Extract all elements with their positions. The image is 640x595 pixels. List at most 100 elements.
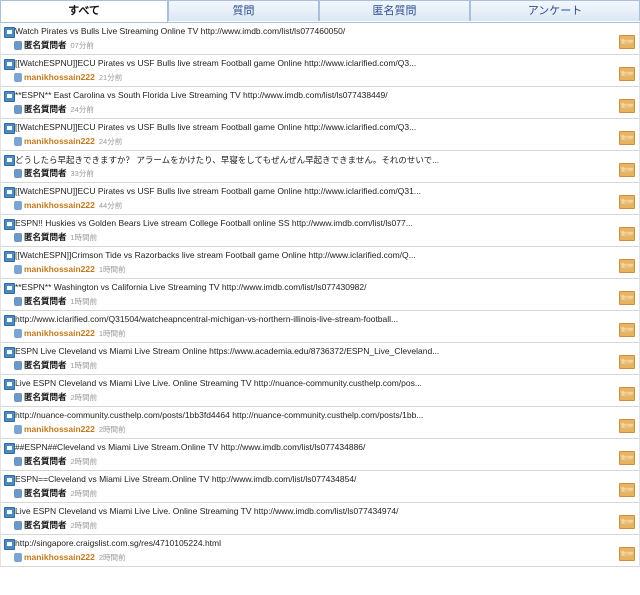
author-name: 匿名質問者 — [24, 488, 67, 498]
question-icon — [4, 155, 15, 166]
author-name[interactable]: manikhossain222 — [24, 264, 95, 274]
author-name: 匿名質問者 — [24, 296, 67, 306]
posted-time: 07分前 — [70, 40, 94, 50]
author-name: 匿名質問者 — [24, 392, 67, 402]
question-title-link[interactable]: http://singapore.craigslist.com.sg/res/4… — [15, 538, 575, 548]
author-name[interactable]: manikhossain222 — [24, 424, 95, 434]
question-title-link[interactable]: ESPN!! Huskies vs Golden Bears Live stre… — [15, 218, 575, 228]
posted-time: 1時間前 — [98, 328, 126, 338]
posted-time: 2時間前 — [98, 552, 126, 562]
posted-time: 24分前 — [70, 104, 94, 114]
question-title-link[interactable]: [[WatchESPNU]]ECU Pirates vs USF Bulls l… — [15, 58, 575, 68]
list-item[interactable]: **ESPN** East Carolina vs South Florida … — [0, 87, 640, 119]
status-badge: 受付中 — [619, 99, 635, 113]
question-icon — [4, 187, 15, 198]
list-item[interactable]: http://singapore.craigslist.com.sg/res/4… — [0, 535, 640, 567]
list-item[interactable]: Live ESPN Cleveland vs Miami Live Live. … — [0, 375, 640, 407]
posted-time: 2時間前 — [70, 392, 98, 402]
status-badge: 受付中 — [619, 323, 635, 337]
user-icon — [14, 488, 22, 498]
list-item[interactable]: http://www.iclarified.com/Q31504/watchea… — [0, 311, 640, 343]
question-icon — [4, 379, 15, 390]
author-name[interactable]: manikhossain222 — [24, 136, 95, 146]
question-title-link[interactable]: http://www.iclarified.com/Q31504/watchea… — [15, 314, 575, 324]
status-badge: 受付中 — [619, 259, 635, 273]
list-item[interactable]: ESPN==Cleveland vs Miami Live Stream.Onl… — [0, 471, 640, 503]
list-item[interactable]: Watch Pirates vs Bulls Live Streaming On… — [0, 23, 640, 55]
question-icon — [4, 251, 15, 262]
question-title-link[interactable]: どうしたら早起きできますか？ アラームをかけたり、早寝をしてもぜんぜん早起きでき… — [15, 154, 575, 166]
author-name[interactable]: manikhossain222 — [24, 72, 95, 82]
question-title-link[interactable]: Watch Pirates vs Bulls Live Streaming On… — [15, 26, 575, 36]
status-badge: 受付中 — [619, 291, 635, 305]
question-title-link[interactable]: **ESPN** Washington vs California Live S… — [15, 282, 575, 292]
list-item[interactable]: [[WatchESPNU]]ECU Pirates vs USF Bulls l… — [0, 119, 640, 151]
user-icon — [14, 40, 22, 50]
question-title-link[interactable]: ##ESPN##Cleveland vs Miami Live Stream.O… — [15, 442, 575, 452]
tab-bar: すべて 質問 匿名質問 アンケート — [0, 0, 640, 23]
user-icon — [14, 296, 22, 306]
question-title-link[interactable]: [[WatchESPNU]]ECU Pirates vs USF Bulls l… — [15, 122, 575, 132]
status-badge: 受付中 — [619, 35, 635, 49]
list-item[interactable]: ESPN Live Cleveland vs Miami Live Stream… — [0, 343, 640, 375]
question-icon — [4, 27, 15, 38]
list-item[interactable]: ##ESPN##Cleveland vs Miami Live Stream.O… — [0, 439, 640, 471]
question-title-link[interactable]: ESPN Live Cleveland vs Miami Live Stream… — [15, 346, 575, 356]
tab-questions[interactable]: 質問 — [168, 0, 319, 21]
author-name[interactable]: manikhossain222 — [24, 328, 95, 338]
question-title-link[interactable]: [[WatchESPNU]]ECU Pirates vs USF Bulls l… — [15, 186, 575, 196]
user-icon — [14, 456, 22, 466]
status-badge: 受付中 — [619, 451, 635, 465]
posted-time: 44分前 — [98, 200, 123, 210]
question-title-link[interactable]: **ESPN** East Carolina vs South Florida … — [15, 90, 575, 100]
user-icon — [14, 72, 22, 82]
question-meta: manikhossain222 2時間前 — [14, 423, 126, 435]
question-title-link[interactable]: ESPN==Cleveland vs Miami Live Stream.Onl… — [15, 474, 575, 484]
question-meta: 匿名質問者 07分前 — [14, 39, 94, 51]
user-icon — [14, 200, 22, 210]
question-title-link[interactable]: Live ESPN Cleveland vs Miami Live Live. … — [15, 378, 575, 388]
list-item[interactable]: Live ESPN Cleveland vs Miami Live Live. … — [0, 503, 640, 535]
question-title-link[interactable]: http://nuance-community.custhelp.com/pos… — [15, 410, 575, 420]
tab-surveys[interactable]: アンケート — [470, 0, 640, 21]
question-title-link[interactable]: [[WatchESPN]]Crimson Tide vs Razorbacks … — [15, 250, 575, 260]
list-item[interactable]: [[WatchESPNU]]ECU Pirates vs USF Bulls l… — [0, 183, 640, 215]
tab-anonymous-questions[interactable]: 匿名質問 — [319, 0, 470, 21]
user-icon — [14, 232, 22, 242]
list-item[interactable]: [[WatchESPNU]]ECU Pirates vs USF Bulls l… — [0, 55, 640, 87]
status-badge: 受付中 — [619, 547, 635, 561]
question-title-link[interactable]: Live ESPN Cleveland vs Miami Live Live. … — [15, 506, 575, 516]
posted-time: 2時間前 — [70, 456, 98, 466]
posted-time: 2時間前 — [98, 424, 126, 434]
list-item[interactable]: [[WatchESPN]]Crimson Tide vs Razorbacks … — [0, 247, 640, 279]
question-meta: 匿名質問者 2時間前 — [14, 391, 97, 403]
posted-time: 33分前 — [70, 168, 94, 178]
posted-time: 21分前 — [98, 72, 123, 82]
author-name[interactable]: manikhossain222 — [24, 552, 95, 562]
question-meta: manikhossain222 44分前 — [14, 199, 122, 211]
question-meta: 匿名質問者 24分前 — [14, 103, 94, 115]
question-meta: manikhossain222 24分前 — [14, 135, 122, 147]
list-item[interactable]: **ESPN** Washington vs California Live S… — [0, 279, 640, 311]
posted-time: 1時間前 — [70, 296, 98, 306]
question-icon — [4, 539, 15, 550]
user-icon — [14, 424, 22, 434]
question-meta: 匿名質問者 1時間前 — [14, 359, 97, 371]
posted-time: 24分前 — [98, 136, 123, 146]
list-item[interactable]: ESPN!! Huskies vs Golden Bears Live stre… — [0, 215, 640, 247]
question-icon — [4, 59, 15, 70]
user-icon — [14, 360, 22, 370]
author-name[interactable]: manikhossain222 — [24, 200, 95, 210]
list-item[interactable]: http://nuance-community.custhelp.com/pos… — [0, 407, 640, 439]
question-icon — [4, 219, 15, 230]
question-icon — [4, 91, 15, 102]
status-badge: 受付中 — [619, 483, 635, 497]
user-icon — [14, 104, 22, 114]
tab-all[interactable]: すべて — [0, 0, 168, 22]
question-meta: 匿名質問者 2時間前 — [14, 519, 97, 531]
question-meta: manikhossain222 1時間前 — [14, 327, 126, 339]
list-item[interactable]: どうしたら早起きできますか？ アラームをかけたり、早寝をしてもぜんぜん早起きでき… — [0, 151, 640, 183]
posted-time: 1時間前 — [98, 264, 126, 274]
status-badge: 受付中 — [619, 419, 635, 433]
question-meta: 匿名質問者 1時間前 — [14, 231, 97, 243]
